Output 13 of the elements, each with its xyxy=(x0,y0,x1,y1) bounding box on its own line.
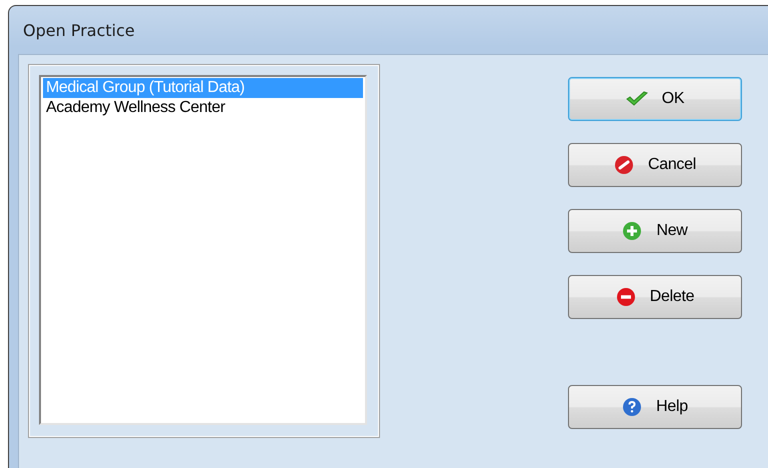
list-item[interactable]: Academy Wellness Center xyxy=(43,98,363,118)
practice-list[interactable]: Medical Group (Tutorial Data) Academy Wellness Center xyxy=(39,75,367,425)
delete-button[interactable]: Delete xyxy=(568,275,742,319)
check-icon xyxy=(626,91,648,107)
cancel-button[interactable]: Cancel xyxy=(568,143,742,187)
ok-button[interactable]: OK xyxy=(568,77,742,121)
new-button[interactable]: New xyxy=(568,209,742,253)
help-icon xyxy=(622,397,642,417)
minus-icon xyxy=(616,287,636,307)
plus-icon xyxy=(622,221,642,241)
window-title: Open Practice xyxy=(23,20,135,40)
help-button[interactable]: Help xyxy=(568,385,742,429)
cancel-icon xyxy=(614,155,634,175)
